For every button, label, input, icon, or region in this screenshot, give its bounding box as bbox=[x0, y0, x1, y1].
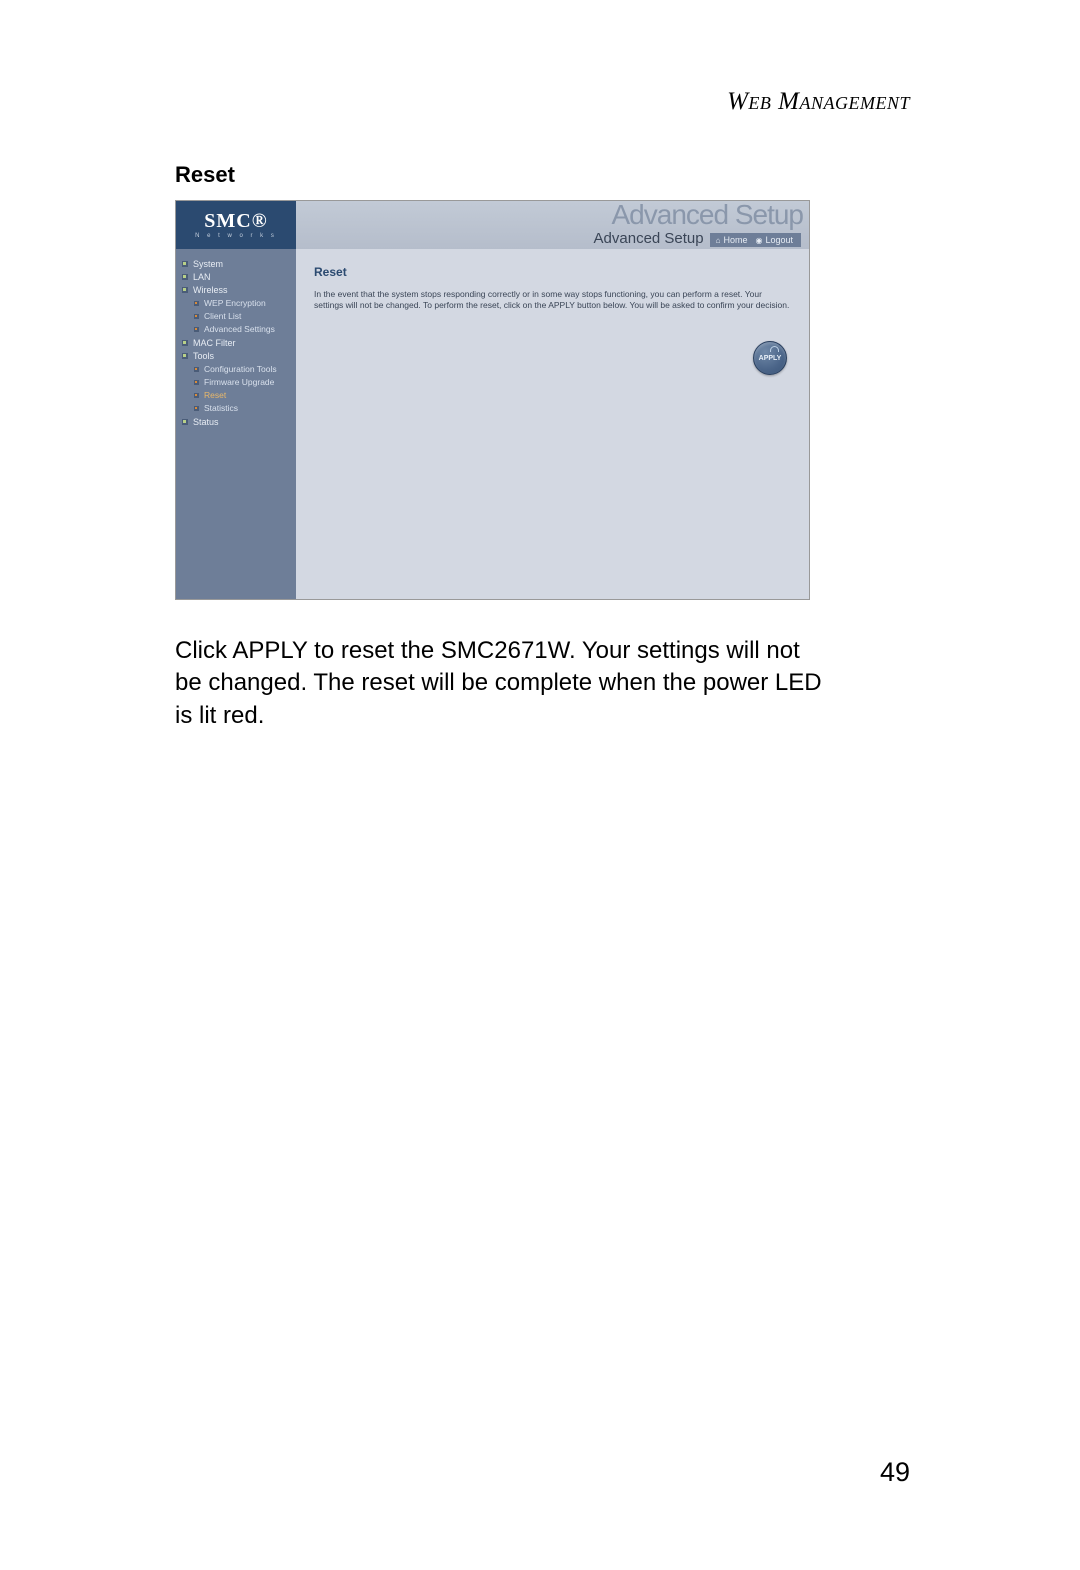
home-icon: ⌂ bbox=[716, 236, 721, 245]
nav-label: Advanced Settings bbox=[204, 324, 275, 334]
bullet-icon bbox=[182, 287, 188, 293]
nav-status[interactable]: Status bbox=[182, 417, 290, 427]
bullet-icon bbox=[182, 419, 188, 425]
nav-label: Configuration Tools bbox=[204, 364, 277, 374]
page-number: 49 bbox=[880, 1457, 910, 1488]
bullet-icon bbox=[194, 406, 199, 411]
bullet-icon bbox=[194, 380, 199, 385]
bullet-icon bbox=[194, 393, 199, 398]
nav-wireless[interactable]: Wireless bbox=[182, 285, 290, 295]
logo-sub: N e t w o r k s bbox=[195, 233, 277, 239]
apply-label: APPLY bbox=[759, 355, 782, 362]
nav-reset[interactable]: Reset bbox=[194, 390, 290, 400]
nav-label: Wireless bbox=[193, 285, 228, 295]
nav-main: System LAN Wireless WEP Encryption bbox=[182, 259, 290, 427]
sidebar: System LAN Wireless WEP Encryption bbox=[176, 249, 296, 599]
logo-main: SMC® bbox=[204, 211, 267, 231]
nav-label: Firmware Upgrade bbox=[204, 377, 274, 387]
page-header: Web Management bbox=[727, 88, 910, 116]
section-title: Reset bbox=[175, 162, 235, 188]
nav-label: MAC Filter bbox=[193, 338, 236, 348]
nav-label: WEP Encryption bbox=[204, 298, 266, 308]
logout-label: Logout bbox=[765, 235, 793, 245]
screenshot-body: System LAN Wireless WEP Encryption bbox=[176, 249, 809, 599]
bullet-icon bbox=[182, 261, 188, 267]
apply-button[interactable]: APPLY bbox=[753, 341, 787, 375]
header-links: ⌂ Home ◉ Logout bbox=[710, 233, 801, 247]
content-panel: Reset In the event that the system stops… bbox=[296, 249, 809, 599]
bullet-icon bbox=[182, 274, 188, 280]
nav-advanced-settings[interactable]: Advanced Settings bbox=[194, 324, 290, 334]
bullet-icon bbox=[182, 353, 188, 359]
nav-label: LAN bbox=[193, 272, 211, 282]
body-text: Click APPLY to reset the SMC2671W. Your … bbox=[175, 635, 830, 732]
nav-firmware-upgrade[interactable]: Firmware Upgrade bbox=[194, 377, 290, 387]
nav-label: System bbox=[193, 259, 223, 269]
bullet-icon bbox=[182, 340, 188, 346]
nav-label: Tools bbox=[193, 351, 214, 361]
nav-wireless-sub: WEP Encryption Client List Advanced Sett… bbox=[182, 298, 290, 334]
screenshot-header: SMC® N e t w o r k s Advanced Setup Adva… bbox=[176, 201, 809, 249]
header-right: Advanced Setup Advanced Setup ⌂ Home ◉ L… bbox=[296, 201, 809, 249]
bullet-icon bbox=[194, 367, 199, 372]
nav-mac-filter[interactable]: MAC Filter bbox=[182, 338, 290, 348]
nav-wep[interactable]: WEP Encryption bbox=[194, 298, 290, 308]
nav-client-list[interactable]: Client List bbox=[194, 311, 290, 321]
logout-link[interactable]: ◉ Logout bbox=[755, 235, 793, 245]
content-text: In the event that the system stops respo… bbox=[314, 289, 791, 312]
brand-logo: SMC® N e t w o r k s bbox=[176, 201, 296, 249]
nav-label: Client List bbox=[204, 311, 241, 321]
router-admin-screenshot: SMC® N e t w o r k s Advanced Setup Adva… bbox=[175, 200, 810, 600]
setup-label: Advanced Setup bbox=[594, 230, 704, 247]
nav-label: Reset bbox=[204, 390, 226, 400]
home-link[interactable]: ⌂ Home bbox=[716, 235, 748, 245]
nav-tools[interactable]: Tools bbox=[182, 351, 290, 361]
nav-system[interactable]: System bbox=[182, 259, 290, 269]
nav-lan[interactable]: LAN bbox=[182, 272, 290, 282]
bullet-icon bbox=[194, 301, 199, 306]
nav-config-tools[interactable]: Configuration Tools bbox=[194, 364, 290, 374]
bullet-icon bbox=[194, 327, 199, 332]
nav-label: Status bbox=[193, 417, 219, 427]
logout-icon: ◉ bbox=[755, 236, 762, 245]
home-label: Home bbox=[723, 235, 747, 245]
nav-tools-sub: Configuration Tools Firmware Upgrade Res… bbox=[182, 364, 290, 413]
content-title: Reset bbox=[314, 265, 791, 279]
nav-label: Statistics bbox=[204, 403, 238, 413]
header-bg-title: Advanced Setup bbox=[612, 200, 804, 231]
bullet-icon bbox=[194, 314, 199, 319]
nav-statistics[interactable]: Statistics bbox=[194, 403, 290, 413]
